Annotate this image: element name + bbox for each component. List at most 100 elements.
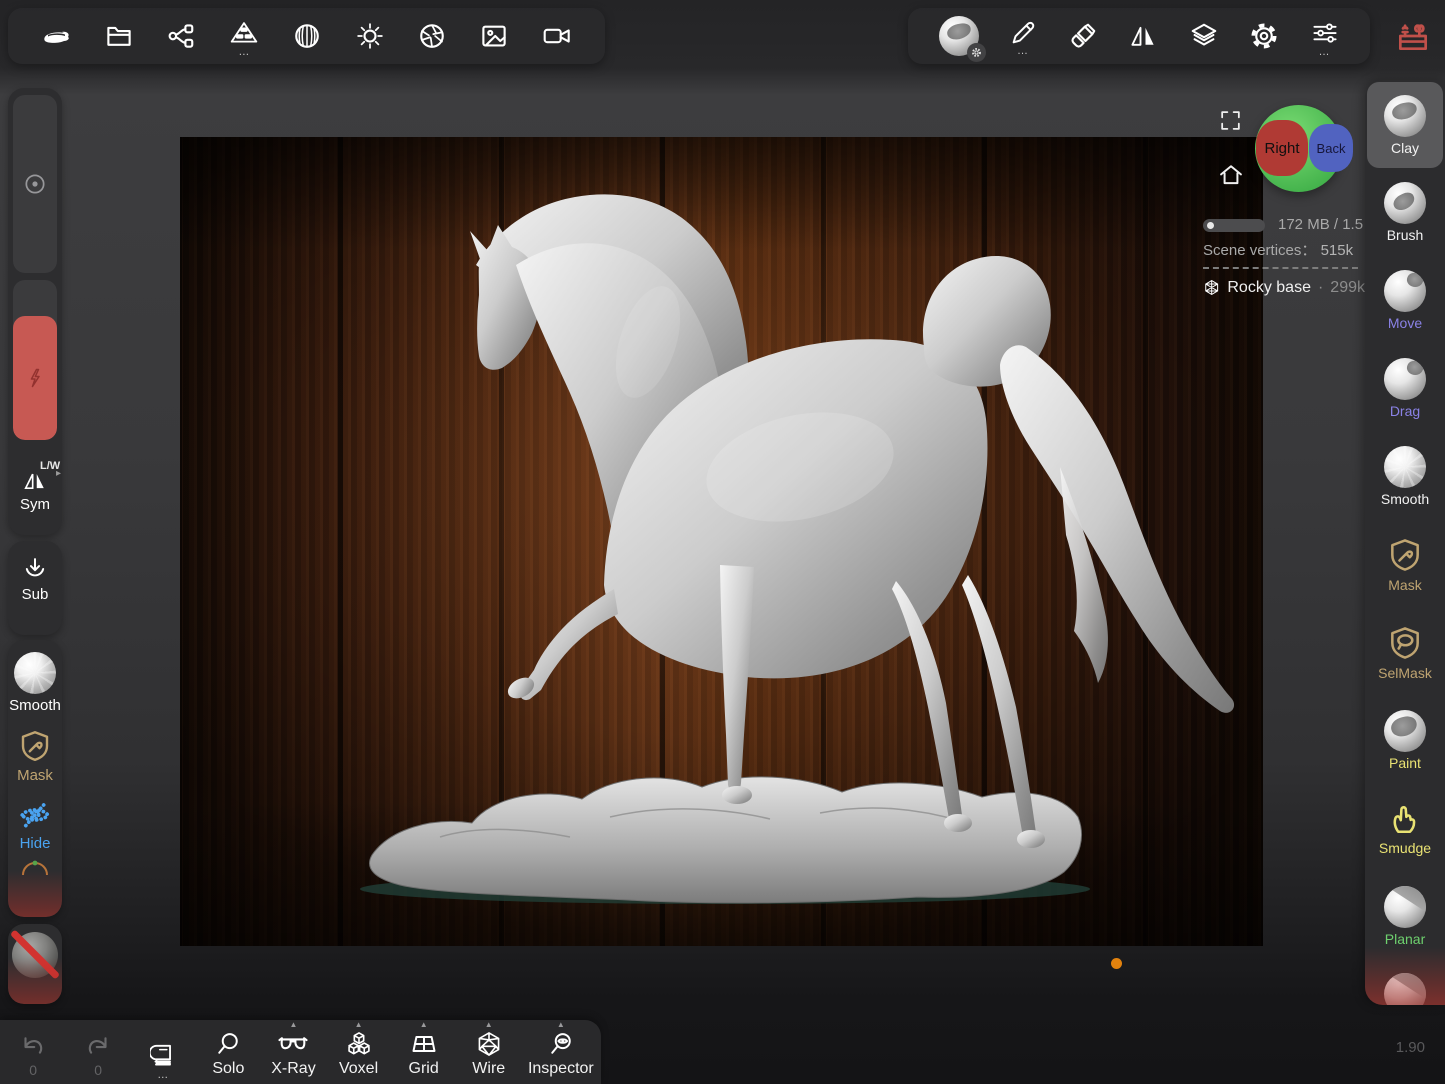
- smooth-label: Smooth: [9, 697, 61, 714]
- smooth-quick-tool[interactable]: Smooth: [8, 640, 62, 714]
- wireframe-icon: [475, 1030, 503, 1058]
- solo-magnifier-icon: [214, 1030, 242, 1058]
- wire-caret: ▲: [485, 1020, 493, 1029]
- toolbox-button[interactable]: [1388, 11, 1438, 61]
- redo-icon: [83, 1034, 113, 1060]
- interface-sliders-icon[interactable]: …: [1310, 18, 1340, 55]
- wireframe-sphere-icon: [1203, 278, 1220, 297]
- mask-shield-icon: [1386, 536, 1424, 574]
- solo-button[interactable]: Solo: [196, 1020, 260, 1084]
- drag-sphere-icon: [1384, 358, 1426, 400]
- brush-intensity-slider[interactable]: [13, 280, 57, 440]
- matcap-material-button[interactable]: [939, 16, 979, 56]
- xray-button[interactable]: ▲ X-Ray: [261, 1020, 325, 1084]
- scene-vertices-row: Scene vertices： 515k: [1203, 239, 1365, 260]
- wire-button[interactable]: ▲ Wire: [457, 1020, 521, 1084]
- undo-count: 0: [29, 1062, 37, 1078]
- fullscreen-icon[interactable]: [1218, 108, 1243, 133]
- intensity-lightning-icon: [23, 365, 47, 391]
- gizmo-right-face[interactable]: Right: [1256, 120, 1308, 176]
- scene-graph-icon[interactable]: [166, 21, 196, 51]
- sym-expand-arrow[interactable]: ▸: [56, 468, 61, 479]
- hide-dotted-eye-icon: [17, 798, 53, 832]
- stats-divider: [1203, 267, 1358, 269]
- tool-move[interactable]: Move: [1365, 256, 1445, 344]
- history-journal-button[interactable]: …: [131, 1020, 195, 1084]
- hide-label: Hide: [20, 835, 51, 852]
- main-toolbar-right: … …: [908, 8, 1370, 64]
- stroke-settings-panel: L/W ▸ Sym: [8, 88, 62, 535]
- clay-sphere-icon: [1384, 95, 1426, 137]
- viewport-canvas[interactable]: [180, 137, 1263, 946]
- app-logo[interactable]: [40, 20, 72, 52]
- gizmo-quick-tool[interactable]: [8, 860, 62, 876]
- horse-sculpture: [180, 137, 1263, 946]
- camera-icon[interactable]: [541, 21, 573, 51]
- sub-arrow-icon: [21, 555, 49, 583]
- tool-brush[interactable]: Brush: [1365, 168, 1445, 256]
- smudge-finger-icon: [1387, 801, 1423, 837]
- sliders-more-dots: …: [1319, 49, 1331, 55]
- memory-bar: [1203, 219, 1265, 232]
- inspector-button[interactable]: ▲ Inspector: [522, 1020, 600, 1084]
- object-name: Rocky base: [1227, 279, 1311, 297]
- orientation-gizmo[interactable]: Right Back: [1255, 105, 1342, 192]
- home-view-icon[interactable]: [1217, 161, 1245, 189]
- xray-caret: ▲: [290, 1020, 298, 1029]
- undo-button[interactable]: 0: [1, 1020, 65, 1084]
- voxel-caret: ▲: [355, 1020, 363, 1029]
- stroke-pencil-icon[interactable]: …: [1009, 19, 1037, 54]
- brush-sphere-icon: [1384, 182, 1426, 224]
- material-none-sphere-icon: [12, 932, 58, 978]
- tool-smudge[interactable]: Smudge: [1365, 784, 1445, 872]
- voxel-button[interactable]: ▲ Voxel: [327, 1020, 391, 1084]
- mask-quick-tool[interactable]: Mask: [8, 714, 62, 784]
- xray-glasses-icon: [277, 1032, 309, 1058]
- files-folder-icon[interactable]: [104, 21, 134, 51]
- lighting-sun-icon[interactable]: [355, 21, 385, 51]
- paint-brush-icon[interactable]: [1068, 21, 1098, 51]
- disabled-slash: [10, 929, 60, 979]
- tool-mask[interactable]: Mask: [1365, 520, 1445, 608]
- inspector-icon: [547, 1030, 575, 1058]
- material-sphere-icon[interactable]: [292, 21, 322, 51]
- sub-tool[interactable]: Sub: [8, 541, 62, 603]
- tool-partial-next[interactable]: [1365, 960, 1445, 1005]
- post-process-aperture-icon[interactable]: [417, 21, 447, 51]
- symmetry-label: Sym: [8, 496, 62, 513]
- background-image-icon[interactable]: [479, 21, 509, 51]
- hide-quick-tool[interactable]: Hide: [8, 784, 62, 852]
- tool-clay[interactable]: Clay: [1367, 82, 1443, 168]
- material-gear-badge: [967, 43, 986, 62]
- tool-paint[interactable]: Paint: [1365, 696, 1445, 784]
- gizmo-back-face[interactable]: Back: [1309, 124, 1353, 172]
- tool-palette: Clay Brush Move Drag Smooth Mask SelMask…: [1365, 80, 1445, 1005]
- tool-smooth[interactable]: Smooth: [1365, 432, 1445, 520]
- memory-row: 172 MB / 1.5: [1203, 216, 1365, 233]
- mirror-symmetry-icon[interactable]: [1128, 21, 1158, 51]
- tool-planar[interactable]: Planar: [1365, 872, 1445, 960]
- sub-panel: Sub: [8, 541, 62, 635]
- scene-stats: 172 MB / 1.5 Scene vertices： 515k Rocky …: [1203, 216, 1365, 297]
- redo-count: 0: [94, 1062, 102, 1078]
- symmetry-toggle[interactable]: L/W ▸ Sym: [8, 446, 62, 513]
- partial-sphere-icon: [1384, 973, 1426, 1006]
- settings-gear-icon[interactable]: [1249, 21, 1279, 51]
- grid-icon: [410, 1030, 438, 1058]
- memory-text: 172 MB / 1.5: [1278, 216, 1363, 233]
- object-vertex-count: 299k: [1330, 279, 1365, 297]
- material-none-panel[interactable]: ▸: [8, 924, 62, 1004]
- horse-mesh[interactable]: [470, 194, 1234, 848]
- redo-button[interactable]: 0: [66, 1020, 130, 1084]
- topology-icon[interactable]: …: [228, 18, 260, 55]
- tool-drag[interactable]: Drag: [1365, 344, 1445, 432]
- object-list-item[interactable]: Rocky base · 299k: [1203, 278, 1365, 297]
- grid-caret: ▲: [420, 1020, 428, 1029]
- tool-selmask[interactable]: SelMask: [1365, 608, 1445, 696]
- orange-indicator-dot: [1111, 958, 1122, 969]
- smooth-sphere-icon: [1384, 446, 1426, 488]
- grid-button[interactable]: ▲ Grid: [392, 1020, 456, 1084]
- pencil-more-dots: …: [1017, 48, 1029, 54]
- brush-size-slider[interactable]: [13, 95, 57, 273]
- layers-icon[interactable]: [1189, 21, 1219, 51]
